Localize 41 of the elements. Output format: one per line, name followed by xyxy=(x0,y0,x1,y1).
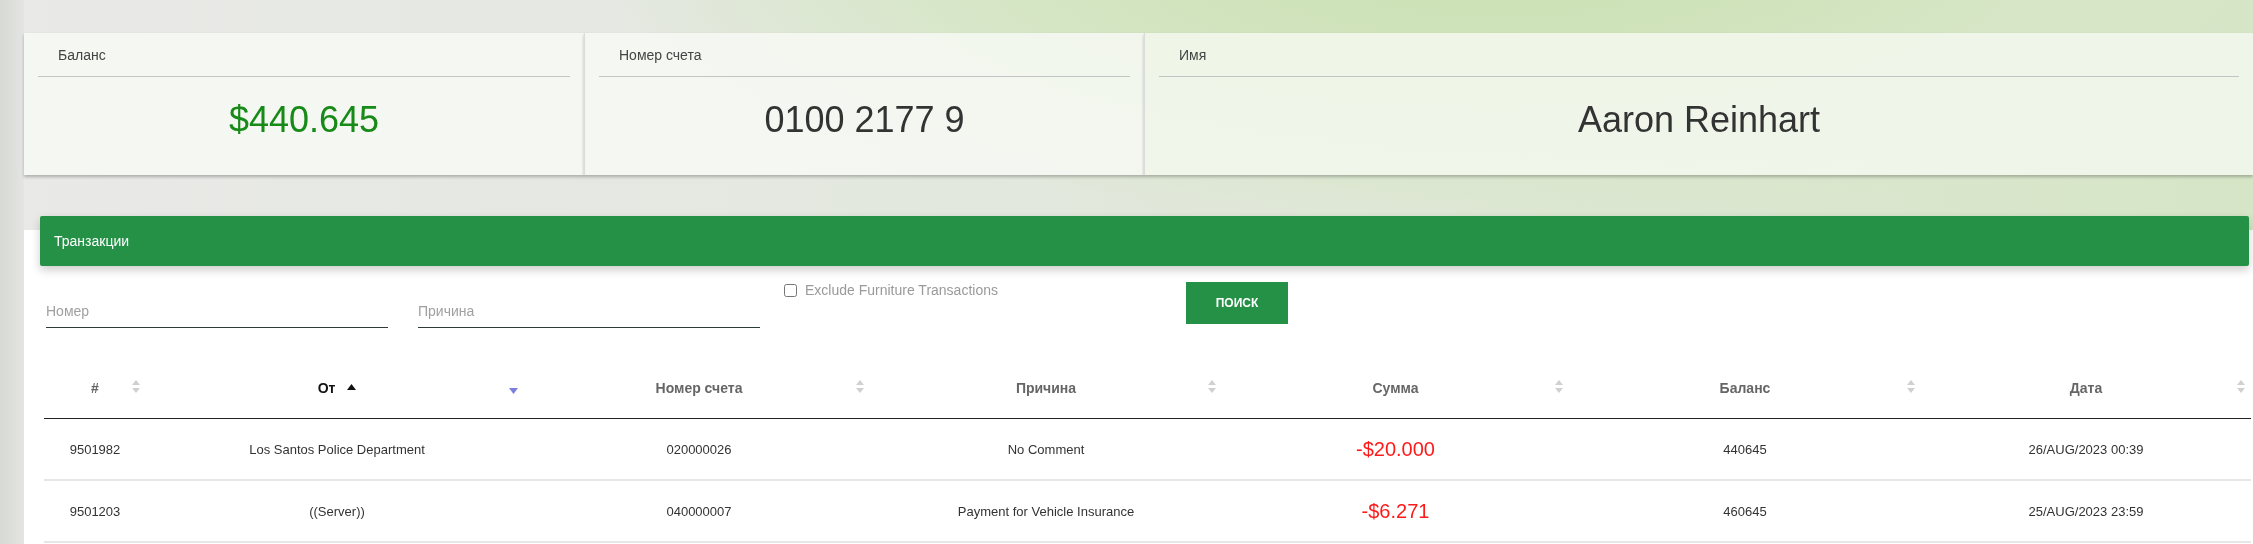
card-value: 0100 2177 9 xyxy=(763,99,966,141)
checkbox-label: Exclude Furniture Transactions xyxy=(805,282,998,298)
sort-icon xyxy=(2237,380,2245,393)
table-cell: No Comment xyxy=(870,418,1222,480)
table-cell: 26/AUG/2023 00:39 xyxy=(1921,418,2251,480)
column-header[interactable]: Номер счета xyxy=(528,358,870,419)
card-value: $440.645 xyxy=(227,99,381,141)
column-header[interactable]: Дата xyxy=(1921,358,2251,419)
sort-icon xyxy=(1555,380,1563,393)
table-cell: 25/AUG/2023 23:59 xyxy=(1921,480,2251,542)
column-header[interactable]: От xyxy=(146,358,528,419)
column-header[interactable]: Сумма xyxy=(1222,358,1569,419)
sort-icon xyxy=(1208,380,1216,393)
table-cell: 9501982 xyxy=(44,418,146,480)
card-label: Баланс xyxy=(38,33,570,77)
table-cell: Payment for Vehicle Insurance xyxy=(870,480,1222,542)
table-cell: 460645 xyxy=(1569,480,1921,542)
sort-icon xyxy=(856,380,864,393)
sort-ascending-icon xyxy=(347,384,357,391)
column-header[interactable]: Баланс xyxy=(1569,358,1921,419)
amount-cell: -$6.271 xyxy=(1222,480,1569,542)
transactions-header: Транзакции xyxy=(40,216,2249,266)
table-cell: 440645 xyxy=(1569,418,1921,480)
search-button[interactable]: ПОИСК xyxy=(1186,282,1288,324)
exclude-checkbox[interactable] xyxy=(784,283,797,297)
table-cell: Los Santos Police Department xyxy=(146,418,528,480)
column-header[interactable]: Причина xyxy=(870,358,1222,419)
number-field[interactable]: Номер xyxy=(46,299,388,328)
table-cell: 9501203 xyxy=(44,480,146,542)
table-cell: ((Server)) xyxy=(146,480,528,542)
reason-field[interactable]: Причина xyxy=(418,299,760,328)
card-value: Aaron Reinhart xyxy=(1576,99,1822,141)
column-header[interactable]: # xyxy=(44,358,146,419)
caret-icon xyxy=(509,388,518,394)
table-cell: 020000026 xyxy=(528,418,870,480)
table-cell: 040000007 xyxy=(528,480,870,542)
card-label: Номер счета xyxy=(599,33,1130,77)
sort-icon xyxy=(1907,380,1915,393)
sort-icon xyxy=(132,380,140,393)
card-label: Имя xyxy=(1159,33,2239,77)
amount-cell: -$20.000 xyxy=(1222,418,1569,480)
